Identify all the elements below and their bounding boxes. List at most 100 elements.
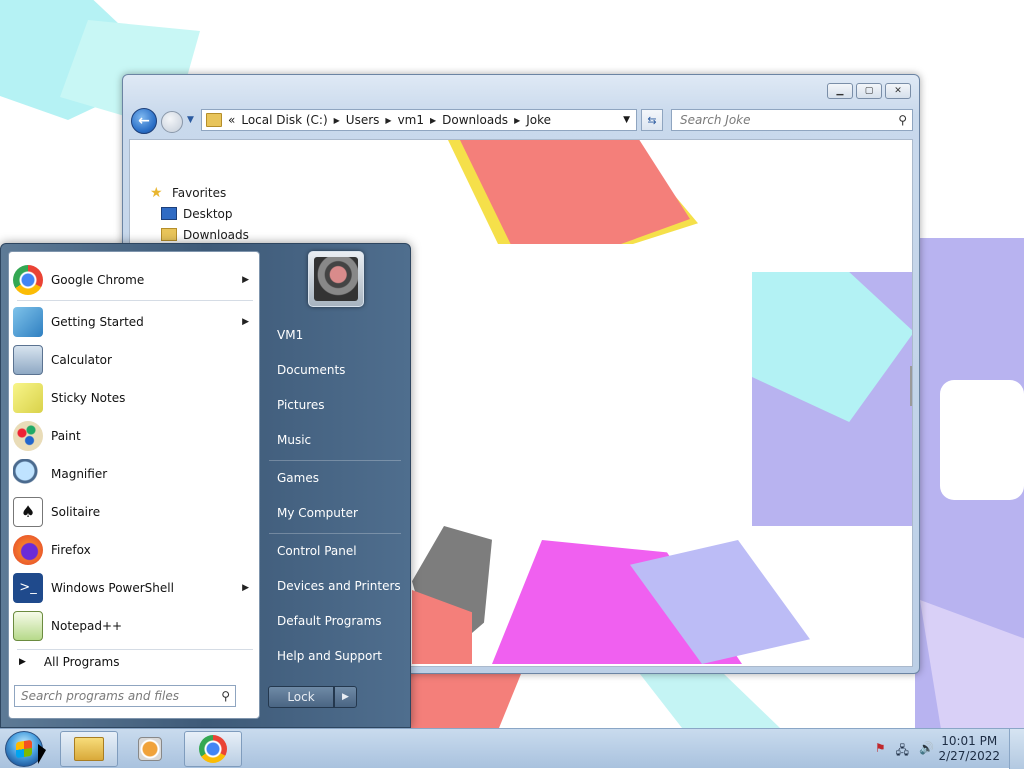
calculator-icon xyxy=(13,345,43,375)
search-icon[interactable]: ⚲ xyxy=(221,689,230,703)
program-paint[interactable]: Paint xyxy=(13,418,255,454)
clock-date: 2/27/2022 xyxy=(938,749,1000,763)
program-label: Windows PowerShell xyxy=(51,581,174,595)
explorer-search-input[interactable]: Search Joke ⚲ xyxy=(671,109,913,131)
program-label: Solitaire xyxy=(51,505,101,519)
bg-shape xyxy=(940,380,1024,500)
address-bar[interactable]: « Local Disk (C:) ▶ Users ▶ vm1 ▶ Downlo… xyxy=(201,109,637,131)
sticky-notes-icon xyxy=(13,383,43,413)
nav-item-desktop[interactable]: Desktop xyxy=(150,203,249,224)
right-item-devices-and-printers[interactable]: Devices and Printers xyxy=(277,579,401,593)
program-label: Paint xyxy=(51,429,81,443)
program-notepad-plus-plus[interactable]: Notepad++ xyxy=(13,608,255,644)
nav-item-label: Desktop xyxy=(183,206,233,221)
search-placeholder: Search Joke xyxy=(680,113,751,127)
program-calculator[interactable]: Calculator xyxy=(13,342,255,378)
divider xyxy=(269,460,401,461)
magnifier-icon xyxy=(13,459,43,489)
right-item-vm1[interactable]: VM1 xyxy=(277,328,303,342)
program-label: Getting Started xyxy=(51,315,144,329)
forward-button[interactable] xyxy=(161,111,183,133)
program-solitaire[interactable]: ♠ Solitaire xyxy=(13,494,255,530)
firefox-icon xyxy=(13,535,43,565)
programs-pane: Google Chrome ▶ Getting Started ▶ Calcul… xyxy=(8,251,260,719)
volume-icon[interactable]: 🔊 xyxy=(919,741,934,762)
action-center-flag-icon[interactable]: ⚑ xyxy=(875,741,886,762)
breadcrumb-vm1[interactable]: vm1 xyxy=(398,113,424,127)
minimize-icon: ▁ xyxy=(836,86,844,96)
user-avatar[interactable] xyxy=(308,251,364,307)
start-menu[interactable]: Google Chrome ▶ Getting Started ▶ Calcul… xyxy=(0,243,411,728)
right-item-games[interactable]: Games xyxy=(277,471,319,485)
program-windows-powershell[interactable]: >_ Windows PowerShell ▶ xyxy=(13,570,255,606)
chevron-down-icon: ▼ xyxy=(187,115,194,125)
chevron-right-icon: ▶ xyxy=(342,692,349,702)
program-firefox[interactable]: Firefox xyxy=(13,532,255,568)
getting-started-icon xyxy=(13,307,43,337)
program-label: Firefox xyxy=(51,543,91,557)
shutdown-options-button[interactable]: ▶ xyxy=(334,686,357,708)
right-item-my-computer[interactable]: My Computer xyxy=(277,506,358,520)
back-button[interactable]: ← xyxy=(131,108,157,134)
breadcrumb-local-disk[interactable]: Local Disk (C:) xyxy=(241,113,327,127)
program-label: Magnifier xyxy=(51,467,108,481)
chrome-icon xyxy=(13,265,43,295)
window-controls: ▁ ▢ ✕ xyxy=(827,83,911,99)
start-search-input[interactable]: Search programs and files ⚲ xyxy=(14,685,236,707)
nav-item-label: Downloads xyxy=(183,227,249,242)
back-arrow-icon: ← xyxy=(138,113,150,129)
taskbar-media-player-button[interactable] xyxy=(121,731,179,767)
divider xyxy=(17,649,253,650)
breadcrumb-arrow-icon[interactable]: ▶ xyxy=(514,116,520,125)
program-google-chrome[interactable]: Google Chrome ▶ xyxy=(13,262,255,298)
search-icon[interactable]: ⚲ xyxy=(898,113,907,127)
show-desktop-button[interactable] xyxy=(1009,729,1024,769)
recent-pages-button[interactable]: ▼ xyxy=(187,115,194,125)
all-programs-button[interactable]: ▶ All Programs xyxy=(19,655,120,669)
folder-icon xyxy=(74,737,104,761)
paint-icon xyxy=(13,421,43,451)
breadcrumb-downloads[interactable]: Downloads xyxy=(442,113,508,127)
nav-item-downloads[interactable]: Downloads xyxy=(150,224,249,245)
breadcrumb-arrow-icon[interactable]: ▶ xyxy=(334,116,340,125)
program-magnifier[interactable]: Magnifier xyxy=(13,456,255,492)
lock-button[interactable]: Lock xyxy=(268,686,334,708)
submenu-arrow-icon[interactable]: ▶ xyxy=(242,583,249,593)
close-button[interactable]: ✕ xyxy=(885,83,911,99)
notepad-plus-plus-icon xyxy=(13,611,43,641)
submenu-arrow-icon[interactable]: ▶ xyxy=(242,317,249,327)
desktop-icon xyxy=(161,207,177,220)
maximize-button[interactable]: ▢ xyxy=(856,83,882,99)
right-item-pictures[interactable]: Pictures xyxy=(277,398,325,412)
star-icon: ★ xyxy=(150,184,163,201)
right-item-control-panel[interactable]: Control Panel xyxy=(277,544,357,558)
nav-item-favorites[interactable]: ★ Favorites xyxy=(150,182,249,203)
taskbar-chrome-button[interactable] xyxy=(184,731,242,767)
program-sticky-notes[interactable]: Sticky Notes xyxy=(13,380,255,416)
windows-logo-icon xyxy=(16,739,32,759)
taskbar-explorer-button[interactable] xyxy=(60,731,118,767)
submenu-arrow-icon[interactable]: ▶ xyxy=(242,275,249,285)
breadcrumb-arrow-icon[interactable]: ▶ xyxy=(385,116,391,125)
minimize-button[interactable]: ▁ xyxy=(827,83,853,99)
refresh-button[interactable]: ⇆ xyxy=(641,109,663,131)
divider xyxy=(17,300,253,301)
right-item-music[interactable]: Music xyxy=(277,433,311,447)
system-clock[interactable]: 10:01 PM 2/27/2022 xyxy=(938,734,1000,764)
taskbar: ⚑ 🖧 🔊 10:01 PM 2/27/2022 xyxy=(0,728,1024,769)
right-item-default-programs[interactable]: Default Programs xyxy=(277,614,382,628)
address-dropdown-icon[interactable]: ▼ xyxy=(623,115,630,125)
navigation-bar: ← ▼ « Local Disk (C:) ▶ Users ▶ vm1 ▶ Do… xyxy=(131,107,913,134)
breadcrumb-arrow-icon[interactable]: ▶ xyxy=(430,116,436,125)
breadcrumb-users[interactable]: Users xyxy=(346,113,380,127)
breadcrumb-joke[interactable]: Joke xyxy=(526,113,551,127)
network-icon[interactable]: 🖧 xyxy=(896,741,909,762)
turntable-avatar-icon xyxy=(314,257,358,301)
downloads-folder-icon xyxy=(161,228,177,241)
right-item-documents[interactable]: Documents xyxy=(277,363,345,377)
powershell-icon: >_ xyxy=(13,573,43,603)
address-overflow[interactable]: « xyxy=(228,113,235,127)
program-getting-started[interactable]: Getting Started ▶ xyxy=(13,304,255,340)
solitaire-icon: ♠ xyxy=(13,497,43,527)
right-item-help-and-support[interactable]: Help and Support xyxy=(277,649,382,663)
